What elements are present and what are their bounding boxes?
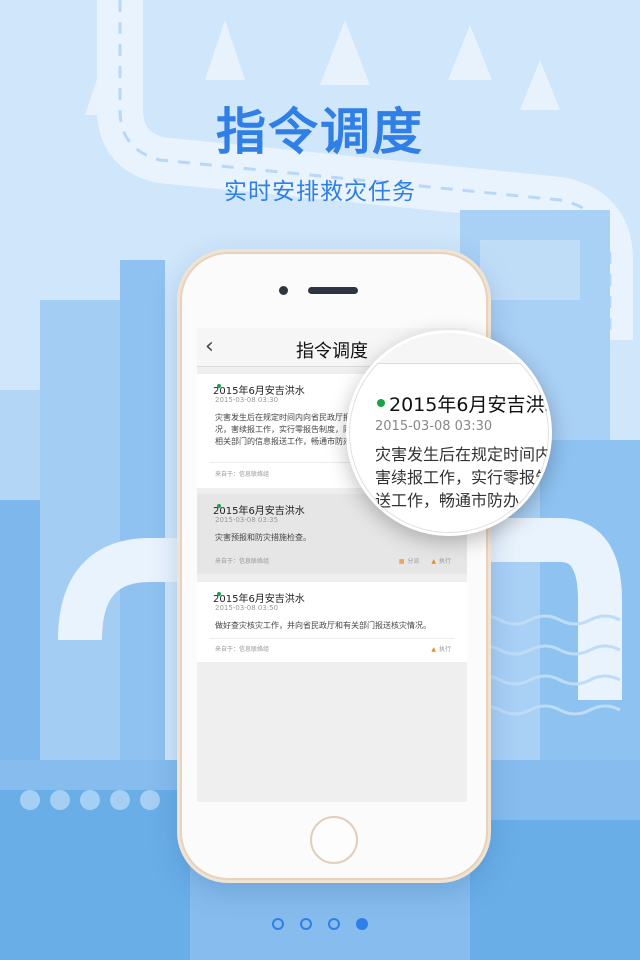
status-dot-icon [217,384,221,388]
lens-body-line: 害续报工作，实行零报告 [375,468,552,487]
lens-body-line: 灾害发生后在规定时间内 [375,445,552,464]
card-source: 来自于：信息联络组 [215,646,270,653]
card-date: 2015-03-08 03:35 [215,516,279,524]
execute-button[interactable]: ▲ 执行 [431,558,451,565]
hero-title: 指令调度 [216,103,424,161]
page-dot[interactable] [272,918,284,930]
card-source: 来自于：信息联络组 [215,471,270,478]
list-item[interactable]: 2015年6月安吉洪水 2015-03-08 03:50 做好查灾核灾工作，并向… [197,582,467,662]
assign-icon: ▦ [398,558,405,565]
card-source: 来自于：信息联络组 [215,558,270,565]
status-dot-icon [217,592,221,596]
status-dot-icon [217,504,221,508]
page-dot[interactable] [300,918,312,930]
card-body: 灾害预报和防灾措施检查。 [215,533,311,542]
lens-body-line: 送工作，畅通市防办、市 [375,491,552,510]
card-title: 2015年6月安吉洪水 [213,592,305,605]
lens-card-date: 2015-03-08 03:30 [375,419,493,434]
execute-button[interactable]: ▲ 执行 [431,646,451,653]
card-title: 2015年6月安吉洪水 [213,504,305,517]
page-indicator [0,915,640,934]
magnifier-lens: 2015年6月安吉洪水 2015-03-08 03:30 灾害发生后在规定时间内… [346,330,552,536]
execute-icon: ▲ [431,558,436,565]
card-title: 2015年6月安吉洪水 [213,384,305,397]
speaker-icon [308,287,358,294]
execute-icon: ▲ [431,646,436,653]
divider [209,638,455,639]
status-dot-icon [377,399,385,407]
card-actions: ▲ 执行 [421,644,451,653]
lens-card-title: 2015年6月安吉洪水 [389,394,552,416]
hero-subtitle: 实时安排救灾任务 [224,179,416,205]
card-body: 做好查灾核灾工作，并向省民政厅和有关部门报送核灾情况。 [215,621,431,630]
home-button[interactable] [310,816,358,864]
page-dot-active[interactable] [356,918,368,930]
lens-header [349,333,549,364]
card-date: 2015-03-08 03:50 [215,604,279,612]
page-dot[interactable] [328,918,340,930]
card-date: 2015-03-08 03:30 [215,396,279,404]
assign-button[interactable]: ▦ 分派 [399,558,420,565]
lens-card-body: 灾害发生后在规定时间内 害续报工作，实行零报告 送工作，畅通市防办、市 [375,443,552,512]
card-actions: ▦ 分派 ▲ 执行 [389,556,451,565]
camera-icon [279,286,288,295]
